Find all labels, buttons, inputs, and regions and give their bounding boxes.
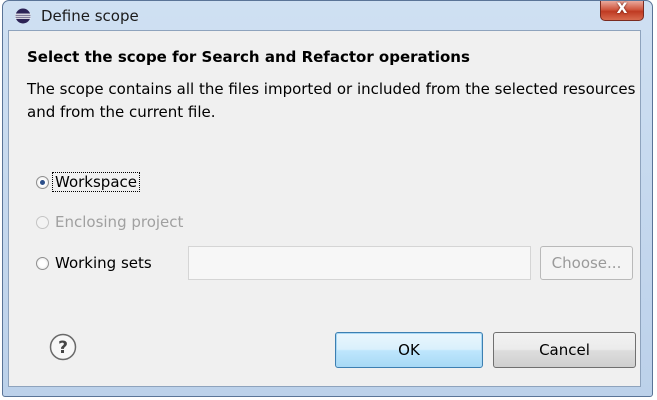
close-icon: X [616, 1, 628, 17]
cancel-button[interactable]: Cancel [493, 332, 636, 368]
ok-button[interactable]: OK [335, 332, 483, 368]
workspace-option[interactable]: Workspace [36, 172, 140, 192]
close-button[interactable]: X [600, 1, 644, 21]
choose-button: Choose... [540, 246, 633, 280]
enclosing-project-option: Enclosing project [36, 212, 183, 232]
working-sets-label[interactable]: Working sets [55, 254, 152, 272]
enclosing-project-radio [36, 215, 49, 229]
help-icon[interactable]: ? [49, 333, 77, 361]
eclipse-icon [15, 8, 31, 24]
dialog-heading: Select the scope for Search and Refactor… [27, 48, 470, 66]
enclosing-project-label: Enclosing project [55, 213, 184, 231]
title-bar[interactable]: Define scope X [3, 1, 652, 31]
working-sets-option[interactable]: Working sets [36, 253, 152, 273]
window-title: Define scope [41, 7, 139, 25]
svg-text:?: ? [58, 338, 68, 358]
working-sets-radio[interactable] [36, 256, 49, 270]
working-sets-field [188, 246, 531, 280]
dialog-description: The scope contains all the files importe… [27, 80, 636, 121]
workspace-radio[interactable] [36, 175, 49, 189]
workspace-label[interactable]: Workspace [52, 172, 140, 192]
